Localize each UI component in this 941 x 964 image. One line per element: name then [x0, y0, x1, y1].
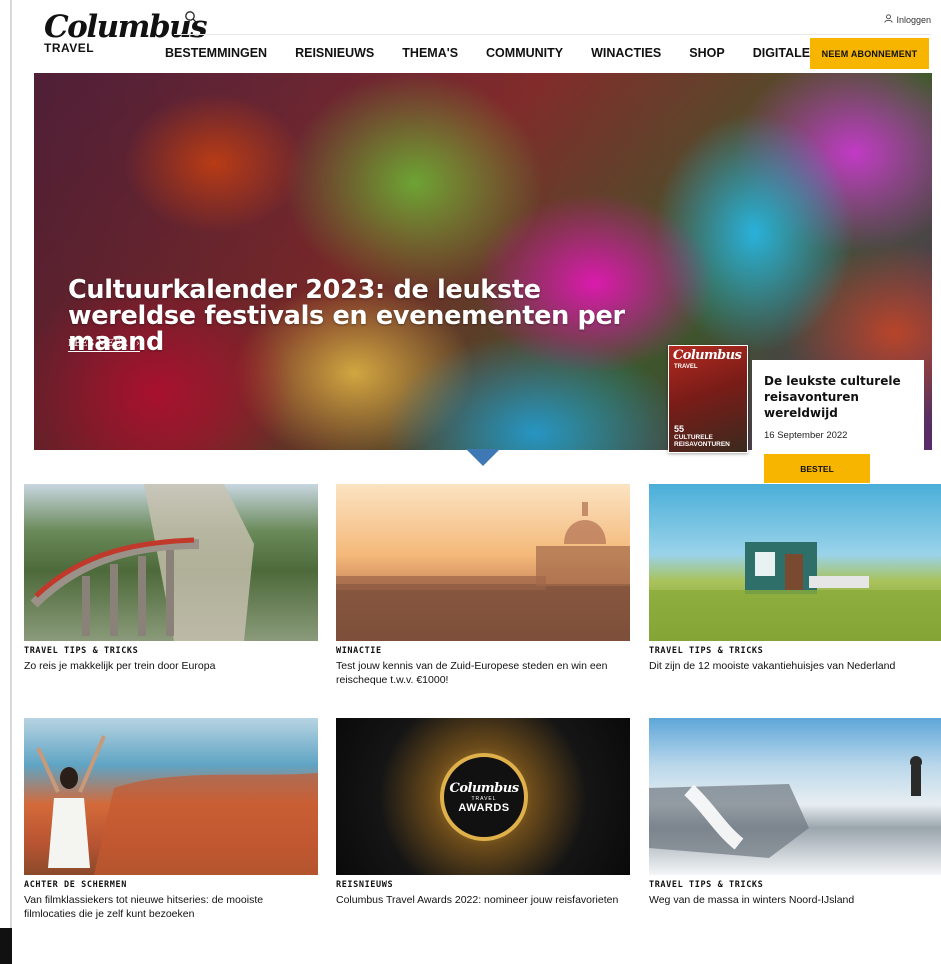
- cover-brand: Columbus: [673, 348, 742, 363]
- article-category[interactable]: TRAVEL TIPS & TRICKS: [649, 646, 941, 656]
- user-icon: [884, 14, 894, 25]
- header-divider: [174, 34, 931, 35]
- article-title[interactable]: Weg van de massa in winters Noord-IJslan…: [649, 893, 939, 907]
- cover-number: 55: [674, 424, 685, 434]
- promo-date: 16 September 2022: [764, 430, 848, 441]
- article-title[interactable]: Columbus Travel Awards 2022: nomineer jo…: [336, 893, 626, 907]
- left-edge: [0, 0, 12, 964]
- main-nav: BESTEMMINGEN REISNIEUWS THEMA'S COMMUNIT…: [165, 46, 862, 60]
- awards-badge: Columbus TRAVEL AWARDS: [440, 753, 528, 841]
- article-title[interactable]: Test jouw kennis van de Zuid-Europese st…: [336, 659, 626, 687]
- article-title[interactable]: Zo reis je makkelijk per trein door Euro…: [24, 659, 314, 673]
- article-title[interactable]: Van filmklassiekers tot nieuwe hitseries…: [24, 893, 314, 921]
- promo-title[interactable]: De leukste culturele reisavonturen werel…: [764, 373, 914, 421]
- chevron-right-icon: ›: [135, 339, 140, 349]
- nav-item-bestemmingen[interactable]: BESTEMMINGEN: [165, 46, 267, 60]
- search-icon[interactable]: [184, 10, 202, 28]
- nav-item-themas[interactable]: THEMA'S: [402, 46, 458, 60]
- cover-travel: TRAVEL: [674, 364, 698, 370]
- article-card[interactable]: Columbus TRAVEL AWARDS REISNIEUWS Columb…: [336, 718, 630, 907]
- article-image-dubrovnik[interactable]: [24, 718, 318, 875]
- hero-notch: [466, 449, 500, 466]
- left-edge-dark: [0, 928, 12, 964]
- article-card[interactable]: TRAVEL TIPS & TRICKS Zo reis je makkelij…: [24, 484, 318, 673]
- article-category[interactable]: TRAVEL TIPS & TRICKS: [24, 646, 318, 656]
- hero-title[interactable]: Cultuurkalender 2023: de leukste werelds…: [68, 277, 668, 355]
- article-title[interactable]: Dit zijn de 12 mooiste vakantiehuisjes v…: [649, 659, 939, 673]
- nav-item-winacties[interactable]: WINACTIES: [591, 46, 661, 60]
- article-card[interactable]: WINACTIE Test jouw kennis van de Zuid-Eu…: [336, 484, 630, 687]
- cover-headline: CULTURELE REISAVONTUREN: [674, 434, 730, 448]
- site-header: Columbus TRAVEL Inloggen BESTEMMINGEN RE…: [14, 0, 941, 72]
- article-image-train[interactable]: [24, 484, 318, 641]
- login-label: Inloggen: [896, 14, 931, 25]
- article-card[interactable]: TRAVEL TIPS & TRICKS Dit zijn de 12 mooi…: [649, 484, 941, 673]
- read-more-label: LEES MEER: [68, 339, 128, 349]
- article-image-rome[interactable]: [336, 484, 630, 641]
- magazine-cover[interactable]: Columbus TRAVEL 55 CULTURELE REISAVONTUR…: [668, 345, 748, 453]
- read-more-link[interactable]: LEES MEER ›: [68, 339, 140, 352]
- article-image-iceland[interactable]: [649, 718, 941, 875]
- article-category[interactable]: WINACTIE: [336, 646, 630, 656]
- article-image-awards[interactable]: Columbus TRAVEL AWARDS: [336, 718, 630, 875]
- subscribe-button[interactable]: NEEM ABONNEMENT: [810, 38, 929, 69]
- article-image-cabin[interactable]: [649, 484, 941, 641]
- article-category[interactable]: REISNIEUWS: [336, 880, 630, 890]
- awards-label: AWARDS: [458, 801, 510, 814]
- nav-item-community[interactable]: COMMUNITY: [486, 46, 563, 60]
- nav-item-shop[interactable]: SHOP: [689, 46, 724, 60]
- magazine-promo: Columbus TRAVEL 55 CULTURELE REISAVONTUR…: [666, 343, 926, 483]
- logo-wordmark: Columbus: [44, 9, 208, 45]
- login-link[interactable]: Inloggen: [884, 14, 931, 25]
- article-category[interactable]: TRAVEL TIPS & TRICKS: [649, 880, 941, 890]
- article-category[interactable]: ACHTER DE SCHERMEN: [24, 880, 318, 890]
- article-card[interactable]: ACHTER DE SCHERMEN Van filmklassiekers t…: [24, 718, 318, 921]
- awards-brand: Columbus: [449, 780, 519, 796]
- nav-item-reisnieuws[interactable]: REISNIEUWS: [295, 46, 374, 60]
- order-button[interactable]: BESTEL: [764, 454, 870, 483]
- article-card[interactable]: TRAVEL TIPS & TRICKS Weg van de massa in…: [649, 718, 941, 907]
